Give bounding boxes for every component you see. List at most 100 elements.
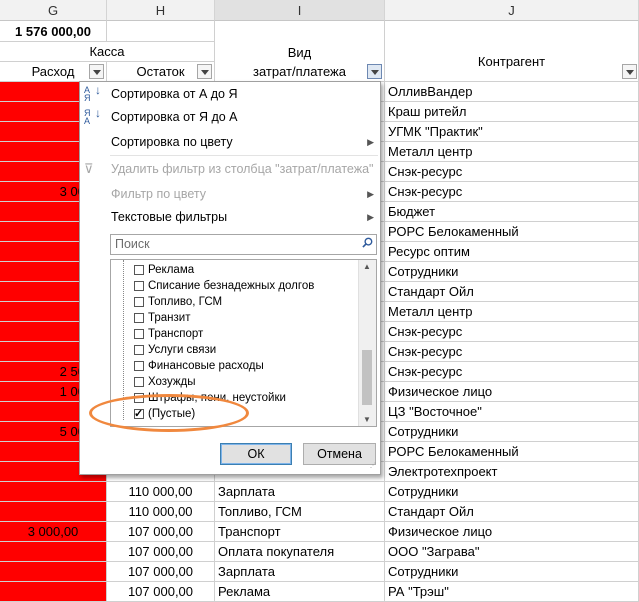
- rashod-cell[interactable]: 3 000,00: [0, 522, 107, 542]
- kontragent-cell[interactable]: Снэк-ресурс: [385, 182, 639, 202]
- kontragent-cell[interactable]: Физическое лицо: [385, 522, 639, 542]
- resize-grip-icon[interactable]: ⋰: [370, 463, 378, 472]
- column-header-g[interactable]: G: [0, 0, 107, 21]
- filter-list-item[interactable]: Топливо, ГСМ: [111, 294, 356, 310]
- kontragent-cell[interactable]: Бюджет: [385, 202, 639, 222]
- header-vid: Вид затрат/платежа: [215, 42, 385, 82]
- vid-cell[interactable]: Зарплата: [215, 482, 385, 502]
- highlight-circle: [89, 394, 249, 432]
- kontragent-cell[interactable]: ООО "Заграва": [385, 542, 639, 562]
- vid-cell[interactable]: Топливо, ГСМ: [215, 502, 385, 522]
- column-header-i[interactable]: I: [215, 0, 385, 21]
- kontragent-cell[interactable]: РОРС Белокаменный: [385, 222, 639, 242]
- checkbox[interactable]: [134, 313, 144, 323]
- search-icon: [362, 237, 373, 248]
- scroll-down-icon[interactable]: ▼: [363, 415, 371, 424]
- submenu-arrow-icon: ▶: [367, 212, 374, 222]
- filter-list-item[interactable]: Транзит: [111, 310, 356, 326]
- filter-button-ostatok[interactable]: [197, 64, 212, 79]
- kontragent-cell[interactable]: Сотрудники: [385, 262, 639, 282]
- ostatok-cell[interactable]: 110 000,00: [107, 502, 215, 522]
- kontragent-cell[interactable]: ОлливВандер: [385, 82, 639, 102]
- kontragent-cell[interactable]: Сотрудники: [385, 562, 639, 582]
- cancel-button[interactable]: Отмена: [303, 443, 376, 465]
- menu-remove-filter-label: Удалить фильтр из столбца "затрат/платеж…: [111, 162, 374, 176]
- kontragent-cell[interactable]: Сотрудники: [385, 422, 639, 442]
- rashod-cell[interactable]: [0, 582, 107, 602]
- checkbox[interactable]: [134, 281, 144, 291]
- empty-cell[interactable]: [215, 21, 385, 42]
- menu-text-filters[interactable]: Текстовые фильтры ▶: [80, 207, 380, 227]
- kontragent-cell[interactable]: УГМК "Практик": [385, 122, 639, 142]
- list-scrollbar[interactable]: ▲ ▼: [358, 260, 376, 426]
- kontragent-cell[interactable]: Сотрудники: [385, 482, 639, 502]
- sort-az-icon: А Я ↓: [84, 83, 101, 103]
- kontragent-cell[interactable]: ЦЗ "Восточное": [385, 402, 639, 422]
- checkbox[interactable]: [134, 345, 144, 355]
- menu-sort-za-label: Сортировка от Я до А: [111, 110, 238, 124]
- kontragent-cell[interactable]: Электротехпроект: [385, 462, 639, 482]
- total-cell[interactable]: 1 576 000,00: [0, 21, 107, 42]
- menu-remove-filter[interactable]: ⊽ Удалить фильтр из столбца "затрат/плат…: [80, 159, 380, 179]
- rashod-cell[interactable]: [0, 502, 107, 522]
- vid-cell[interactable]: Реклама: [215, 582, 385, 602]
- kontragent-cell[interactable]: Снэк-ресурс: [385, 362, 639, 382]
- column-header-h[interactable]: H: [107, 0, 215, 21]
- ostatok-cell[interactable]: 110 000,00: [107, 482, 215, 502]
- checkbox[interactable]: [134, 377, 144, 387]
- kontragent-cell[interactable]: Снэк-ресурс: [385, 162, 639, 182]
- kontragent-cell[interactable]: РОРС Белокаменный: [385, 442, 639, 462]
- filter-button-vid[interactable]: [367, 64, 382, 79]
- filter-clear-icon: ⊽: [84, 161, 94, 176]
- checkbox[interactable]: [134, 297, 144, 307]
- kontragent-cell[interactable]: РА "Трэш": [385, 582, 639, 602]
- filter-list-item[interactable]: Транспорт: [111, 326, 356, 342]
- empty-cell[interactable]: [107, 21, 215, 42]
- kontragent-cell[interactable]: Снэк-ресурс: [385, 322, 639, 342]
- filter-list-item-label: Списание безнадежных долгов: [148, 280, 315, 292]
- filter-list-item[interactable]: Списание безнадежных долгов: [111, 278, 356, 294]
- rashod-cell[interactable]: [0, 562, 107, 582]
- ok-button[interactable]: ОК: [220, 443, 292, 465]
- ostatok-cell[interactable]: 107 000,00: [107, 562, 215, 582]
- filter-button-kontragent[interactable]: [622, 64, 637, 79]
- ostatok-cell[interactable]: 107 000,00: [107, 522, 215, 542]
- kontragent-cell[interactable]: Металл центр: [385, 302, 639, 322]
- filter-list-item[interactable]: Услуги связи: [111, 342, 356, 358]
- vid-cell[interactable]: Зарплата: [215, 562, 385, 582]
- empty-cell[interactable]: [385, 21, 639, 42]
- ostatok-cell[interactable]: 107 000,00: [107, 582, 215, 602]
- checkbox[interactable]: [134, 361, 144, 371]
- scroll-up-icon[interactable]: ▲: [363, 262, 371, 271]
- kontragent-cell[interactable]: Краш ритейл: [385, 102, 639, 122]
- column-header-j[interactable]: J: [385, 0, 639, 21]
- checkbox[interactable]: [134, 329, 144, 339]
- filter-list-item-label: Хозужды: [148, 376, 196, 388]
- kontragent-cell[interactable]: Физическое лицо: [385, 382, 639, 402]
- scroll-thumb[interactable]: [362, 350, 372, 405]
- menu-filter-color[interactable]: Фильтр по цвету ▶: [80, 184, 380, 204]
- kontragent-cell[interactable]: Стандарт Ойл: [385, 282, 639, 302]
- search-input[interactable]: Поиск: [110, 234, 377, 255]
- vid-cell[interactable]: Оплата покупателя: [215, 542, 385, 562]
- header-kontragent: Контрагент: [385, 42, 639, 82]
- kontragent-cell[interactable]: Снэк-ресурс: [385, 342, 639, 362]
- filter-list-item-label: Услуги связи: [148, 344, 217, 356]
- filter-list-item[interactable]: Хозужды: [111, 374, 356, 390]
- rashod-cell[interactable]: [0, 482, 107, 502]
- checkbox[interactable]: [134, 265, 144, 275]
- filter-button-rashod[interactable]: [89, 64, 104, 79]
- kontragent-cell[interactable]: Металл центр: [385, 142, 639, 162]
- filter-list-item-label: Транзит: [148, 312, 191, 324]
- rashod-cell[interactable]: [0, 542, 107, 562]
- ostatok-cell[interactable]: 107 000,00: [107, 542, 215, 562]
- menu-text-filters-label: Текстовые фильтры: [111, 210, 228, 224]
- kontragent-cell[interactable]: Стандарт Ойл: [385, 502, 639, 522]
- menu-sort-color[interactable]: Сортировка по цвету ▶: [80, 132, 380, 152]
- menu-sort-az[interactable]: А Я ↓ Сортировка от А до Я: [80, 84, 380, 104]
- filter-list-item[interactable]: Финансовые расходы: [111, 358, 356, 374]
- vid-cell[interactable]: Транспорт: [215, 522, 385, 542]
- menu-sort-za[interactable]: Я А ↓ Сортировка от Я до А: [80, 107, 380, 127]
- kontragent-cell[interactable]: Ресурс оптим: [385, 242, 639, 262]
- filter-list-item[interactable]: Реклама: [111, 262, 356, 278]
